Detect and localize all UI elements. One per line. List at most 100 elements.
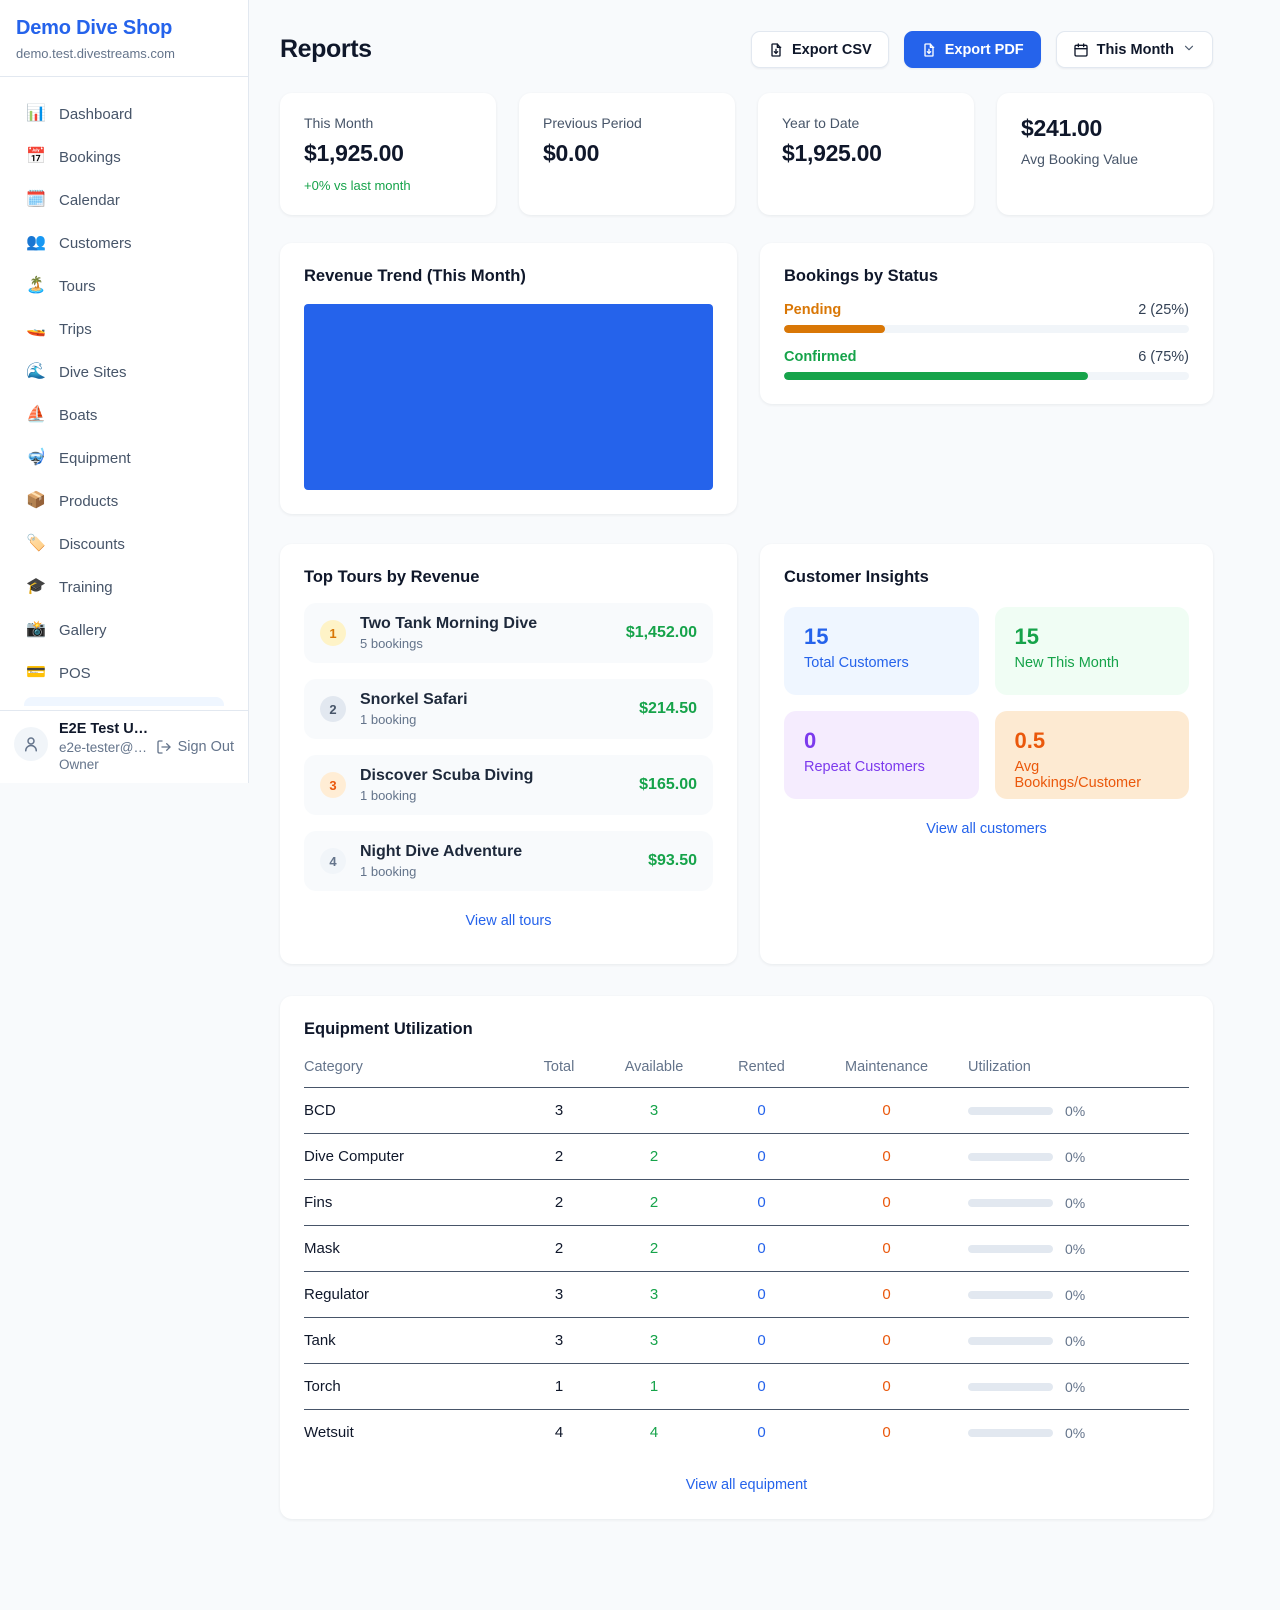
sidebar-item-equipment[interactable]: 🤿 Equipment [12,439,236,477]
sidebar-nav: 📊 Dashboard 📅 Bookings 🗓️ Calendar 👥 Cus… [0,77,248,706]
file-download-icon [768,42,784,58]
revenue-trend-chart [304,304,713,490]
discounts-icon: 🏷️ [26,536,46,552]
view-all-tours-link[interactable]: View all tours [304,913,713,929]
pos-icon: 💳 [26,665,46,681]
period-label: This Month [1097,42,1174,58]
tile-avg-bookings-customer: 0.5 Avg Bookings/Customer [995,711,1190,799]
sign-out-label: Sign Out [178,739,234,755]
sidebar-item-gallery[interactable]: 📸 Gallery [12,611,236,649]
sidebar-item-products[interactable]: 📦 Products [12,482,236,520]
view-all-customers-link[interactable]: View all customers [784,821,1189,837]
equipment-total: 3 [524,1102,594,1119]
sidebar-item-tours[interactable]: 🏝️ Tours [12,267,236,305]
stat-label: Year to Date [782,115,950,131]
training-icon: 🎓 [26,579,46,595]
sidebar-item-customers[interactable]: 👥 Customers [12,224,236,262]
stat-card-this-month: This Month $1,925.00 +0% vs last month [280,93,496,215]
equipment-category: Torch [304,1378,524,1395]
column-header: Utilization [964,1059,1189,1075]
stats-row: This Month $1,925.00 +0% vs last month P… [280,93,1213,215]
list-item: 2 Snorkel Safari 1 booking $214.50 [304,679,713,739]
sidebar-item-label: Dive Sites [59,364,127,381]
sidebar-item-training[interactable]: 🎓 Training [12,568,236,606]
sidebar-item-boats[interactable]: ⛵ Boats [12,396,236,434]
export-csv-button[interactable]: Export CSV [751,31,889,68]
equipment-rented: 0 [714,1424,809,1441]
calendar-icon: 🗓️ [26,192,46,208]
revenue-trend-title: Revenue Trend (This Month) [304,267,713,286]
equipment-category: Dive Computer [304,1148,524,1165]
equipment-available: 2 [594,1148,714,1165]
tour-revenue: $165.00 [639,776,697,794]
view-all-equipment-link[interactable]: View all equipment [304,1477,1189,1493]
equipment-total: 2 [524,1240,594,1257]
tile-value: 0 [804,728,959,754]
equipment-icon: 🤿 [26,450,46,466]
export-pdf-button[interactable]: Export PDF [904,31,1041,68]
utilization-percent: 0% [1065,1195,1085,1211]
equipment-maintenance: 0 [809,1424,964,1441]
user-info: E2E Test U… e2e-tester@… Sign Out Owner [59,721,234,772]
top-tours-title: Top Tours by Revenue [304,568,713,587]
equipment-available: 4 [594,1424,714,1441]
rank-badge: 4 [320,848,346,874]
equipment-category: Tank [304,1332,524,1349]
sidebar-item-calendar[interactable]: 🗓️ Calendar [12,181,236,219]
sidebar-item-bookings[interactable]: 📅 Bookings [12,138,236,176]
equipment-rented: 0 [714,1194,809,1211]
tile-value: 15 [804,624,959,650]
utilization-percent: 0% [1065,1379,1085,1395]
top-tours-card: Top Tours by Revenue 1 Two Tank Morning … [280,544,737,964]
sidebar-item-discounts[interactable]: 🏷️ Discounts [12,525,236,563]
tours-icon: 🏝️ [26,278,46,294]
tour-bookings: 1 booking [360,788,625,803]
utilization-bar [968,1291,1053,1299]
user-email: e2e-tester@… [59,740,147,755]
period-dropdown[interactable]: This Month [1056,31,1213,68]
sign-out-button[interactable]: Sign Out [156,739,234,755]
sidebar-item-label: Boats [59,407,97,424]
shop-name: Demo Dive Shop [16,17,232,40]
equipment-category: Wetsuit [304,1424,524,1441]
tour-revenue: $1,452.00 [626,624,697,642]
equipment-available: 2 [594,1194,714,1211]
status-row-confirmed: Confirmed 6 (75%) [784,349,1189,380]
equipment-rented: 0 [714,1102,809,1119]
tile-repeat-customers: 0 Repeat Customers [784,711,979,799]
user-name: E2E Test U… [59,721,234,737]
sidebar-item-label: Training [59,579,113,596]
table-row: Dive Computer 2 2 0 0 0% [304,1134,1189,1180]
utilization-bar [968,1107,1053,1115]
utilization-bar [968,1337,1053,1345]
boats-icon: ⛵ [26,407,46,423]
status-value: 2 (25%) [1138,302,1189,318]
products-icon: 📦 [26,493,46,509]
equipment-available: 3 [594,1102,714,1119]
utilization-bar [968,1199,1053,1207]
sidebar-item-dashboard[interactable]: 📊 Dashboard [12,95,236,133]
customer-insights-card: Customer Insights 15 Total Customers 15 … [760,544,1213,964]
sidebar-item-dive-sites[interactable]: 🌊 Dive Sites [12,353,236,391]
equipment-total: 1 [524,1378,594,1395]
tour-name: Discover Scuba Diving [360,767,533,784]
customer-insights-title: Customer Insights [784,568,1189,587]
equipment-utilization-card: Equipment Utilization Category Total Ava… [280,996,1213,1519]
table-row: Wetsuit 4 4 0 0 0% [304,1410,1189,1455]
export-pdf-label: Export PDF [945,42,1024,58]
sidebar-item-pos[interactable]: 💳 POS [12,654,236,692]
tour-bookings: 1 booking [360,864,634,879]
user-role: Owner [59,757,234,772]
calendar-icon [1073,42,1089,58]
rank-badge: 3 [320,772,346,798]
column-header: Total [524,1059,594,1075]
dashboard-icon: 📊 [26,106,46,122]
rank-badge: 2 [320,696,346,722]
equipment-maintenance: 0 [809,1102,964,1119]
sidebar-active-item-partial[interactable] [24,697,224,706]
tour-bookings: 5 bookings [360,636,612,651]
equipment-total: 2 [524,1148,594,1165]
tour-revenue: $214.50 [639,700,697,718]
person-icon [22,735,40,753]
sidebar-item-trips[interactable]: 🚤 Trips [12,310,236,348]
